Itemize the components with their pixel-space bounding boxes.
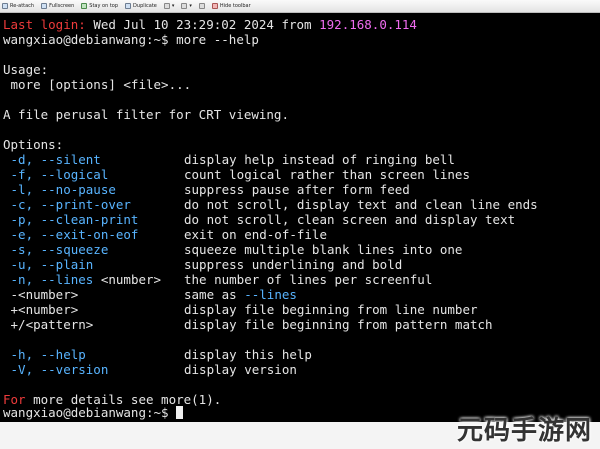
option-arg: <number> xyxy=(93,272,162,287)
option-desc: display help instead of ringing bell xyxy=(184,152,455,167)
option-desc: the number of lines per screenful xyxy=(184,272,433,287)
description-line: A file perusal filter for CRT viewing. xyxy=(3,107,289,122)
option-row: -h, --help xyxy=(3,347,86,362)
option-flag: -s, --squeeze xyxy=(3,242,109,257)
option-row: -V, --version xyxy=(3,362,109,377)
options-header: Options: xyxy=(3,137,64,152)
option-row: -l, --no-pause xyxy=(3,182,116,197)
option-row: -e, --exit-on-eof xyxy=(3,227,139,242)
last-login-date: Wed Jul 10 23:29:02 2024 xyxy=(93,17,274,32)
last-login-ip: 192.168.0.114 xyxy=(319,17,417,32)
reattach-button[interactable]: Re-attach xyxy=(2,3,34,9)
option-row: +<number> xyxy=(3,302,79,317)
shell-prompt: wangxiao@debianwang:~$ xyxy=(3,32,169,47)
text-cursor xyxy=(176,406,184,419)
option-row: +/<pattern> xyxy=(3,317,94,332)
option-flag: -h, --help xyxy=(3,347,86,362)
option-desc: display file beginning from pattern matc… xyxy=(184,317,493,332)
option-row: -f, --logical xyxy=(3,167,109,182)
stay-on-top-button[interactable]: Stay on top xyxy=(81,3,118,9)
final-prompt-line[interactable]: wangxiao@debianwang:~$ xyxy=(3,405,184,420)
duplicate-icon xyxy=(125,3,132,9)
option-flag: +/<pattern> xyxy=(3,317,94,332)
option-row: -u, --plain xyxy=(3,257,94,272)
fullscreen-icon xyxy=(41,3,48,9)
last-login-label: Last login: xyxy=(3,17,86,32)
refresh-icon xyxy=(198,3,205,9)
option-flag: -<number> xyxy=(3,287,79,302)
stay-on-top-icon xyxy=(81,3,88,9)
hide-toolbar-label: Hide toolbar xyxy=(219,3,251,9)
option-desc: exit on end-of-file xyxy=(184,227,327,242)
zoom-out-dropdown: ▾ xyxy=(189,3,192,9)
last-login-line: Last login: Wed Jul 10 23:29:02 2024 fro… xyxy=(3,17,417,32)
option-desc-flag: --lines xyxy=(244,287,297,302)
option-flag: -l, --no-pause xyxy=(3,182,116,197)
command-text: more --help xyxy=(176,32,259,47)
option-flag: -e, --exit-on-eof xyxy=(3,227,139,242)
option-desc: do not scroll, clean screen and display … xyxy=(184,212,516,227)
option-desc-prefix: same as xyxy=(184,287,245,302)
watermark-logo: 元码手游网 xyxy=(456,416,592,446)
hide-toolbar-icon xyxy=(211,3,218,9)
zoom-icon xyxy=(181,3,188,9)
reattach-icon xyxy=(2,3,8,9)
zoom-icon xyxy=(163,3,170,9)
option-flag: -f, --logical xyxy=(3,167,109,182)
zoom-in-dropdown: ▾ xyxy=(171,3,175,9)
toolbar: Re-attach Fullscreen Stay on top Duplica… xyxy=(0,0,600,13)
duplicate-button[interactable]: Duplicate xyxy=(125,3,157,9)
option-row: -s, --squeeze xyxy=(3,242,109,257)
option-desc: display version xyxy=(184,362,297,377)
option-flag: -V, --version xyxy=(3,362,109,377)
option-desc: suppress pause after form feed xyxy=(184,182,410,197)
option-desc: display this help xyxy=(184,347,312,362)
stay-on-top-label: Stay on top xyxy=(89,3,119,9)
option-row: -d, --silent xyxy=(3,152,101,167)
option-desc: suppress underlining and bold xyxy=(184,257,403,272)
zoom-out-button[interactable]: ▾ xyxy=(181,3,192,9)
option-desc: display file beginning from line number xyxy=(184,302,478,317)
reattach-label: Re-attach xyxy=(10,3,35,9)
last-login-from: from xyxy=(281,17,312,32)
refresh-button[interactable] xyxy=(198,3,205,9)
option-flag: -c, --print-over xyxy=(3,197,131,212)
option-flag: -p, --clean-print xyxy=(3,212,139,227)
command-line: wangxiao@debianwang:~$ more --help xyxy=(3,32,259,47)
usage-header: Usage: xyxy=(3,62,49,77)
duplicate-label: Duplicate xyxy=(133,3,157,9)
option-desc: do not scroll, display text and clean li… xyxy=(184,197,538,212)
fullscreen-label: Fullscreen xyxy=(49,3,75,9)
option-row: -<number> xyxy=(3,287,79,302)
option-flag: +<number> xyxy=(3,302,79,317)
option-flag: -u, --plain xyxy=(3,257,94,272)
option-row: -c, --print-over xyxy=(3,197,131,212)
usage-line: more [options] <file>... xyxy=(3,77,192,92)
option-flag: -n, --lines xyxy=(3,272,94,287)
hide-toolbar-button[interactable]: Hide toolbar xyxy=(211,3,251,9)
terminal-window[interactable]: Last login: Wed Jul 10 23:29:02 2024 fro… xyxy=(0,13,600,422)
shell-prompt: wangxiao@debianwang:~$ xyxy=(3,405,169,420)
option-desc: squeeze multiple blank lines into one xyxy=(184,242,463,257)
fullscreen-button[interactable]: Fullscreen xyxy=(41,3,74,9)
option-desc: count logical rather than screen lines xyxy=(184,167,470,182)
option-flag: -d, --silent xyxy=(3,152,101,167)
option-row: -p, --clean-print xyxy=(3,212,139,227)
option-row: -n, --lines <number> xyxy=(3,272,162,287)
option-desc: same as --lines xyxy=(184,287,297,302)
zoom-in-button[interactable]: ▾ xyxy=(163,3,175,9)
